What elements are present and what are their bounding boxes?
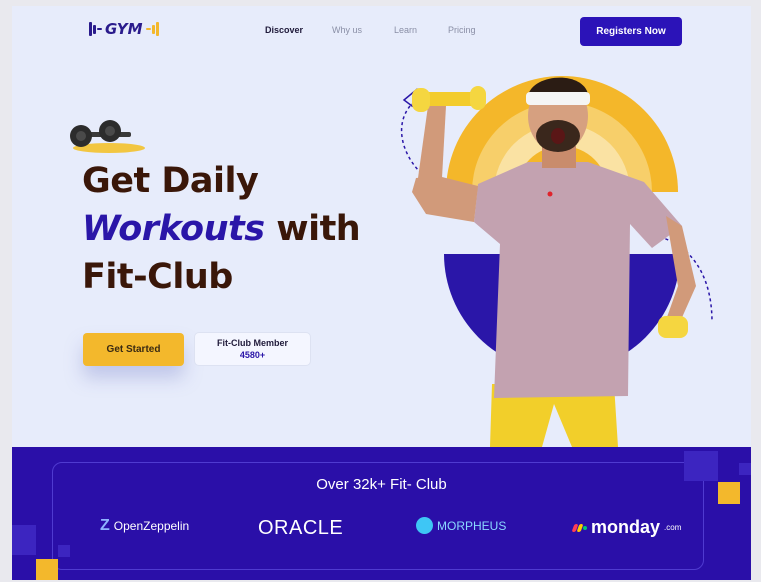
- nav-pricing[interactable]: Pricing: [448, 25, 476, 35]
- nav-discover[interactable]: Discover: [265, 25, 303, 35]
- hero-heading-line-1: Get Daily: [82, 161, 259, 201]
- decor-square: [739, 463, 751, 475]
- nav-why-us[interactable]: Why us: [332, 25, 362, 35]
- gym-logo[interactable]: GYM: [89, 20, 159, 38]
- openzeppelin-icon: Z: [100, 517, 110, 534]
- hero-heading-line-3: Fit-Club: [82, 257, 233, 297]
- get-started-button[interactable]: Get Started: [83, 333, 184, 366]
- hero-illustration: [400, 76, 713, 447]
- hero-heading-line-2: Workouts with: [82, 209, 361, 249]
- dumbbell-right-icon: [145, 22, 159, 36]
- member-card-count: 4580+: [239, 350, 266, 360]
- decor-square: [684, 451, 718, 481]
- hero-heading-with: with: [276, 209, 361, 249]
- hero-heading-accent: Workouts: [82, 209, 265, 249]
- member-card-title: Fit-Club Member: [217, 338, 288, 348]
- brand-openzeppelin-label: OpenZeppelin: [113, 519, 190, 533]
- dumbbell-left-icon: [89, 22, 102, 36]
- logo-text: GYM: [105, 20, 143, 38]
- brand-monday-label: monday: [591, 517, 661, 537]
- brand-morpheus[interactable]: MORPHEUS: [416, 517, 506, 534]
- partners-title: Over 32k+ Fit- Club: [316, 476, 447, 493]
- decor-square: [12, 525, 36, 555]
- member-count-card: Fit-Club Member 4580+: [194, 332, 311, 366]
- brand-monday-suffix: .com: [664, 523, 682, 532]
- partners-band: Over 32k+ Fit- Club Z OpenZeppelin ORACL…: [12, 447, 751, 580]
- register-now-button[interactable]: Registers Now: [580, 17, 682, 46]
- brand-oracle-label: ORACLE: [258, 517, 344, 539]
- brand-openzeppelin[interactable]: Z OpenZeppelin: [100, 517, 189, 535]
- brand-monday[interactable]: monday .com: [571, 517, 682, 538]
- morpheus-icon: [416, 517, 433, 534]
- decor-square: [36, 559, 58, 580]
- brand-morpheus-label: MORPHEUS: [437, 518, 507, 533]
- decor-square: [718, 482, 740, 504]
- nav-learn[interactable]: Learn: [394, 25, 417, 35]
- dumbbell-illustration: [70, 120, 145, 153]
- monday-icon: [571, 523, 587, 532]
- decor-square: [58, 545, 70, 557]
- landing-page: GYM Discover Why us Learn Pricing Regist…: [12, 6, 751, 580]
- brand-oracle[interactable]: ORACLE: [258, 517, 343, 540]
